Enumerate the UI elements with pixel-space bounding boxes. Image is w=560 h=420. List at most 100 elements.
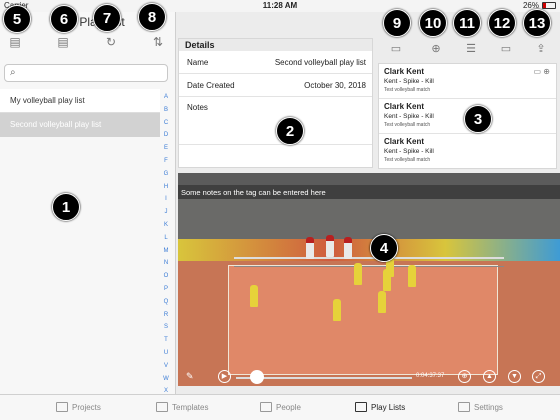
callout-10: 10 (419, 9, 447, 37)
share-icon[interactable]: ⇪ (533, 42, 549, 56)
notes-row[interactable]: Notes (179, 97, 372, 145)
index-letter[interactable]: O (160, 273, 172, 286)
tab-bar: Projects Templates People Play Lists Set… (0, 394, 560, 420)
people-icon (260, 402, 272, 412)
index-letter[interactable]: I (160, 196, 172, 209)
callout-2: 2 (276, 117, 304, 145)
notes-label: Notes (187, 103, 208, 112)
callout-1: 1 (52, 193, 80, 221)
playlist-sidebar: My Play List ▤ ▤ ↻ ⇅ ⌕ My volleyball pla… (0, 12, 176, 420)
sort-icon[interactable]: ⇅ (150, 34, 166, 50)
callout-12: 12 (488, 9, 516, 37)
date-row: Date Created October 30, 2018 (179, 74, 372, 97)
video-player-figure (333, 299, 341, 321)
alphabet-index[interactable]: ABCDEFGHIJKLMNOPQRSTUVWXYZ# (160, 94, 172, 420)
index-letter[interactable]: A (160, 94, 172, 107)
callout-4: 4 (370, 234, 398, 262)
clip-description: Kent - Spike - Kill (384, 78, 434, 85)
list-icon[interactable]: ☰ (463, 42, 479, 56)
tag-people-icon[interactable]: ⊕ (428, 42, 444, 56)
index-letter[interactable]: Q (160, 299, 172, 312)
tag-icon[interactable]: ⊕ (458, 370, 471, 383)
video-note-overlay: Some notes on the tag can be entered her… (178, 185, 560, 199)
clip-match: Test volleyball match (384, 87, 431, 93)
play-icon[interactable]: ▶ (218, 370, 231, 383)
video-player-figure (378, 291, 386, 313)
playlist-item[interactable]: My volleyball play list (0, 89, 160, 113)
clip-description: Kent - Spike - Kill (384, 148, 434, 155)
name-value[interactable]: Second volleyball play list (275, 58, 366, 67)
pencil-icon[interactable]: ✎ (186, 371, 194, 382)
index-letter[interactable]: D (160, 132, 172, 145)
new-playlist-icon[interactable]: ▤ (7, 34, 23, 50)
index-letter[interactable]: U (160, 350, 172, 363)
video-player-figure (354, 263, 362, 285)
next-icon[interactable]: ▼ (508, 370, 521, 383)
clip-item[interactable]: Clark Kent Kent - Spike - Kill Test voll… (379, 134, 556, 169)
tab-label: Templates (172, 402, 209, 412)
clip-player-name: Clark Kent (384, 67, 425, 76)
previous-icon[interactable]: ▲ (483, 370, 496, 383)
comment-tag-icon: ▭ ⊕ (533, 67, 550, 76)
clip-player-name: Clark Kent (384, 137, 425, 146)
index-letter[interactable]: F (160, 158, 172, 171)
index-letter[interactable]: E (160, 145, 172, 158)
tab-projects[interactable]: Projects (56, 402, 101, 412)
search-bar[interactable]: ⌕ (4, 64, 168, 82)
tab-label: Projects (72, 402, 101, 412)
callout-9: 9 (383, 9, 411, 37)
templates-icon (156, 402, 168, 412)
refresh-icon[interactable]: ↻ (103, 34, 119, 50)
index-letter[interactable]: K (160, 222, 172, 235)
tab-settings[interactable]: Settings (458, 402, 503, 412)
present-icon[interactable]: ▭ (498, 42, 514, 56)
folder-icon (56, 402, 68, 412)
callout-7: 7 (93, 4, 121, 32)
fullscreen-icon[interactable]: ⤢ (532, 370, 545, 383)
video-player-figure (326, 235, 334, 257)
index-letter[interactable]: S (160, 324, 172, 337)
video-player-figure (306, 237, 314, 259)
index-letter[interactable]: V (160, 363, 172, 376)
comment-icon[interactable]: ▭ (388, 42, 404, 56)
search-input[interactable] (21, 66, 161, 80)
clip-toolbar: ▭ ⊕ ☰ ▭ ⇪ (378, 38, 560, 60)
callout-3: 3 (464, 105, 492, 133)
index-letter[interactable]: P (160, 286, 172, 299)
index-letter[interactable]: H (160, 184, 172, 197)
video-player-figure (344, 237, 352, 259)
tab-label: Play Lists (371, 402, 406, 412)
index-letter[interactable]: C (160, 120, 172, 133)
battery-icon (542, 2, 556, 9)
index-letter[interactable]: J (160, 209, 172, 222)
video-floor (228, 265, 498, 375)
video-player[interactable]: Some notes on the tag can be entered her… (178, 173, 560, 386)
details-header: Details (179, 39, 372, 51)
playlist-item-label: Second volleyball play list (10, 120, 102, 129)
index-letter[interactable]: T (160, 337, 172, 350)
video-time: 0:04:37:37 (416, 373, 445, 379)
edit-playlist-icon[interactable]: ▤ (55, 34, 71, 50)
seek-knob[interactable] (250, 370, 264, 384)
tab-label: Settings (474, 402, 503, 412)
index-letter[interactable]: R (160, 312, 172, 325)
tab-play-lists[interactable]: Play Lists (355, 402, 405, 412)
index-letter[interactable]: L (160, 235, 172, 248)
index-letter[interactable]: N (160, 260, 172, 273)
index-letter[interactable]: B (160, 107, 172, 120)
clip-match: Test volleyball match (384, 157, 431, 163)
playlist-item-selected[interactable]: Second volleyball play list (0, 113, 160, 137)
tab-templates[interactable]: Templates (156, 402, 208, 412)
settings-icon (458, 402, 470, 412)
clip-item[interactable]: Clark Kent Kent - Spike - Kill Test voll… (379, 64, 556, 99)
video-player-figure (408, 265, 416, 287)
video-player-figure (250, 285, 258, 307)
tab-people[interactable]: People (260, 402, 301, 412)
date-value: October 30, 2018 (304, 81, 366, 90)
index-letter[interactable]: G (160, 171, 172, 184)
video-controls: ✎ ▶ 0:04:37:37 ⊕ ▲ ▼ ⤢ (178, 369, 560, 386)
search-icon: ⌕ (10, 67, 16, 78)
name-row[interactable]: Name Second volleyball play list (179, 51, 372, 74)
index-letter[interactable]: W (160, 376, 172, 389)
index-letter[interactable]: M (160, 248, 172, 261)
